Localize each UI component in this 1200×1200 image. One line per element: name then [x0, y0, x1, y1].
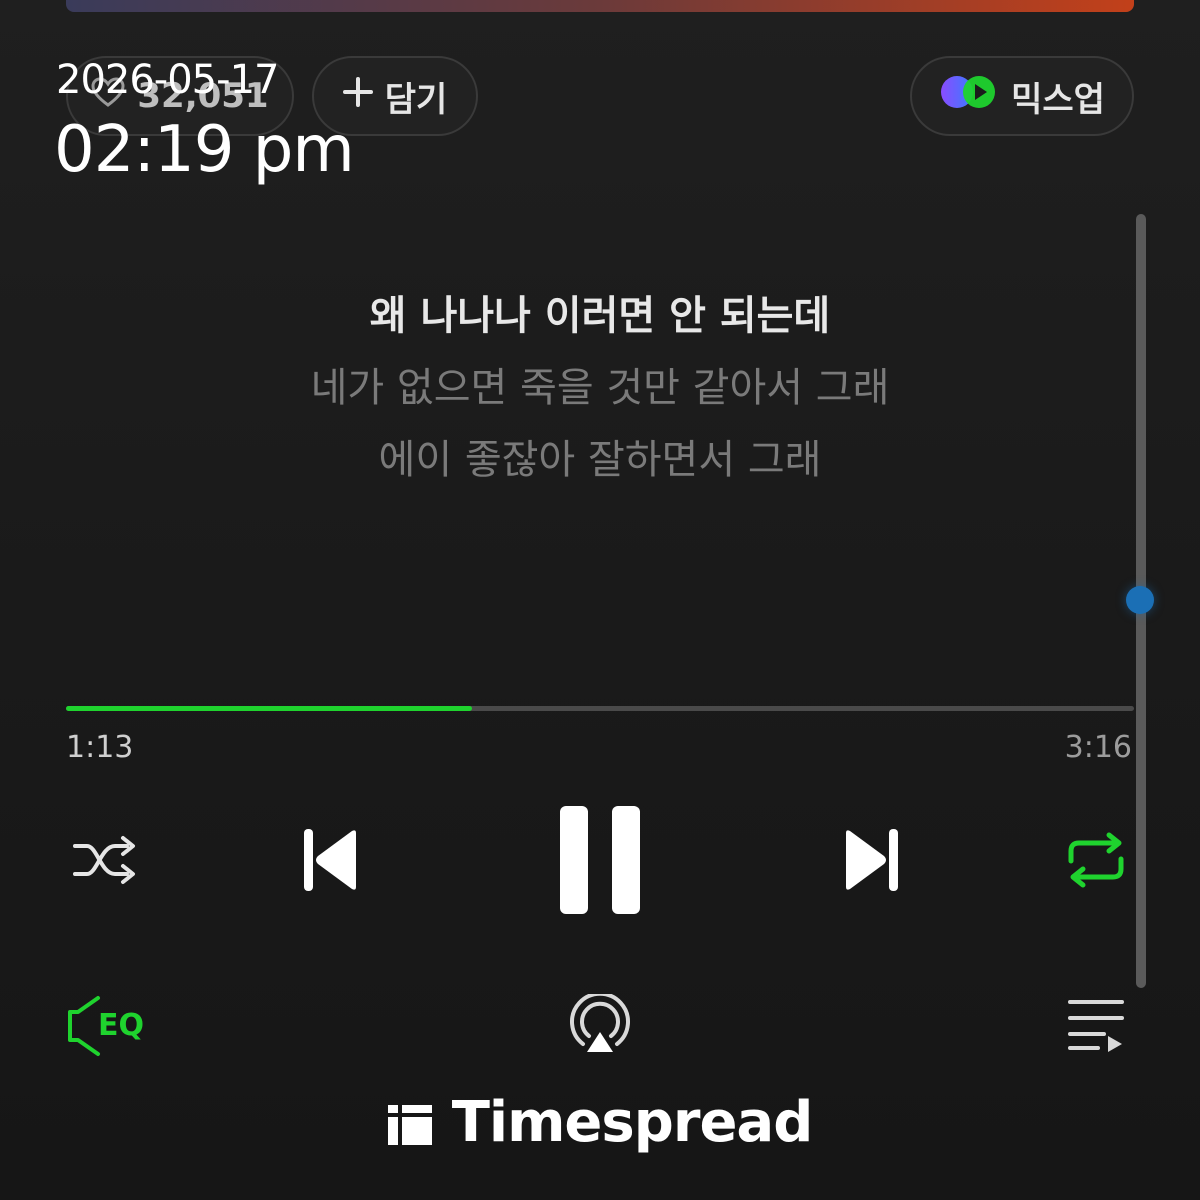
progress-fill: [66, 706, 472, 711]
airplay-icon: [567, 991, 633, 1058]
repeat-button[interactable]: [1060, 830, 1132, 894]
elapsed-time: 1:13: [66, 730, 134, 765]
previous-button[interactable]: [296, 826, 364, 898]
next-button[interactable]: [838, 826, 906, 898]
pause-icon: [556, 804, 644, 920]
brand-name: Timespread: [451, 1090, 814, 1155]
eq-button[interactable]: EQ: [62, 992, 152, 1060]
shuffle-button[interactable]: [66, 830, 142, 894]
mixup-button[interactable]: 믹스업: [910, 56, 1134, 136]
lyric-line[interactable]: 네가 없으면 죽을 것만 같아서 그래: [0, 352, 1200, 424]
timespread-logo-icon: [387, 1101, 434, 1145]
album-art-edge: [66, 0, 1134, 12]
music-player-screen: 32,051 담기 믹스업 2026-05-17 02:19 pm 왜 나나나 …: [0, 0, 1200, 1200]
lyric-line[interactable]: 에이 좋잖아 잘하면서 그래: [0, 424, 1200, 496]
progress-bar[interactable]: [66, 706, 1134, 711]
airplay-button[interactable]: [564, 991, 636, 1058]
brand-watermark: Timespread: [0, 1090, 1200, 1155]
plus-icon: [342, 76, 385, 116]
scrollbar-thumb[interactable]: [1126, 586, 1154, 614]
skip-previous-icon: [300, 827, 360, 897]
total-time: 3:16: [1064, 730, 1132, 765]
pause-button[interactable]: [552, 804, 648, 920]
eq-icon: EQ: [64, 994, 150, 1058]
mixup-label: 믹스업: [1011, 79, 1105, 120]
overlay-date: 2026-05-17: [56, 57, 279, 103]
repeat-icon: [1063, 831, 1129, 893]
playlist-button[interactable]: [1064, 994, 1128, 1058]
add-label: 담기: [384, 79, 448, 120]
skip-next-icon: [842, 827, 902, 897]
shuffle-icon: [71, 834, 137, 890]
playlist-icon: [1066, 996, 1126, 1056]
eq-label: EQ: [98, 1008, 144, 1043]
lyric-line-current[interactable]: 왜 나나나 이러면 안 되는데: [0, 280, 1200, 352]
lyrics-panel[interactable]: 왜 나나나 이러면 안 되는데 네가 없으면 죽을 것만 같아서 그래 에이 좋…: [0, 280, 1200, 496]
mixup-icon: [939, 72, 1011, 121]
overlay-time: 02:19 pm: [54, 113, 355, 187]
